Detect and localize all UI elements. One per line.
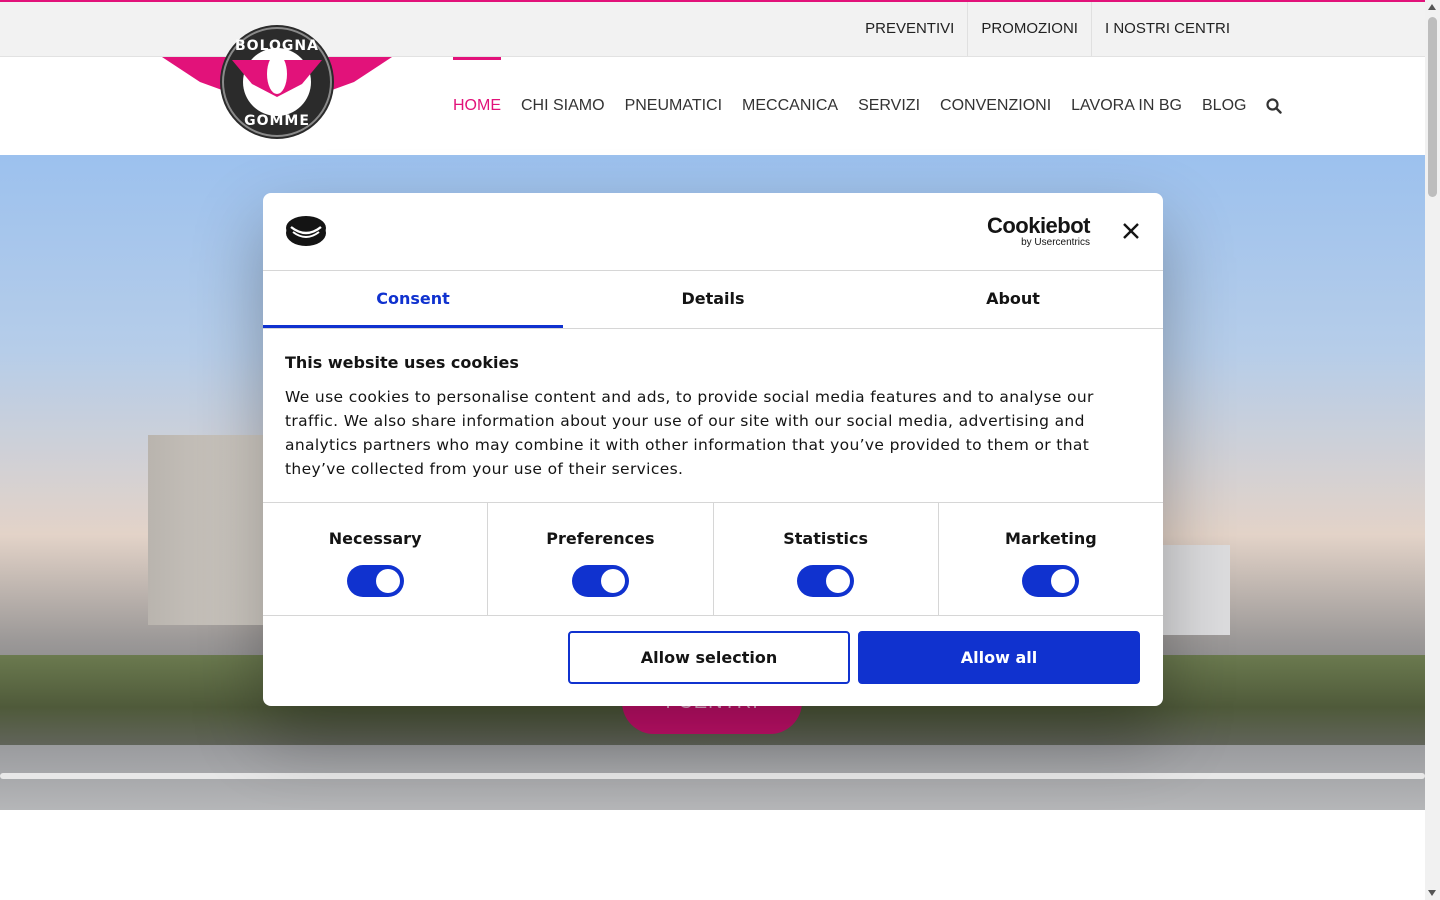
hero-building-left	[148, 435, 268, 625]
topbar-link-promozioni[interactable]: PROMOZIONI	[967, 2, 1091, 56]
preferences-toggle[interactable]	[571, 565, 629, 597]
nav-item-meccanica[interactable]: MECCANICA	[742, 57, 838, 155]
cookie-consent-dialog: Cookiebot by Usercentrics Consent Detail…	[263, 193, 1163, 706]
cookiebot-brand-name: Cookiebot	[986, 213, 1091, 238]
site-header: BOLOGNA GOMME HOME CHI SIAMO PNEUMATICI …	[0, 25, 1425, 155]
allow-all-button[interactable]: Allow all	[858, 631, 1140, 684]
category-label: Marketing	[1005, 529, 1097, 548]
category-preferences: Preferences	[487, 503, 712, 615]
cookiebot-brand[interactable]: Cookiebot by Usercentrics	[986, 213, 1091, 249]
topbar-link-centri[interactable]: I NOSTRI CENTRI	[1090, 2, 1243, 56]
scroll-up-arrow[interactable]	[1428, 4, 1436, 10]
svg-text:BOLOGNA: BOLOGNA	[235, 38, 319, 54]
statistics-toggle[interactable]	[797, 565, 855, 597]
category-statistics: Statistics	[712, 503, 938, 615]
nav-item-lavora-in-bg[interactable]: LAVORA IN BG	[1071, 57, 1182, 155]
hero-building-right	[1160, 545, 1230, 635]
hero-road-line	[0, 773, 1425, 779]
cookiebot-icon	[286, 216, 326, 246]
dialog-header: Cookiebot by Usercentrics	[263, 193, 1163, 271]
toggle-knob	[600, 569, 625, 593]
top-bar-links: PREVENTIVI PROMOZIONI I NOSTRI CENTRI	[852, 2, 1243, 56]
category-label: Preferences	[546, 529, 655, 548]
bologna-gomme-logo[interactable]: BOLOGNA GOMME	[162, 22, 392, 142]
nav-item-blog[interactable]: BLOG	[1202, 57, 1246, 155]
nav-item-convenzioni[interactable]: CONVENZIONI	[940, 57, 1051, 155]
tab-consent[interactable]: Consent	[263, 271, 563, 328]
cookie-category-toggles: Necessary Preferences Statistics Marketi…	[263, 503, 1163, 616]
category-label: Necessary	[328, 529, 422, 548]
tab-about[interactable]: About	[863, 271, 1163, 328]
consent-heading: This website uses cookies	[285, 353, 519, 372]
toggle-knob	[826, 569, 851, 593]
topbar-link-preventivi[interactable]: PREVENTIVI	[852, 2, 967, 56]
allow-selection-button[interactable]: Allow selection	[568, 631, 850, 684]
scroll-down-arrow[interactable]	[1428, 890, 1436, 896]
consent-content: This website uses cookies We use cookies…	[263, 329, 1163, 503]
category-necessary: Necessary	[263, 503, 487, 615]
main-nav: HOME CHI SIAMO PNEUMATICI MECCANICA SERV…	[453, 57, 1283, 155]
nav-item-servizi[interactable]: SERVIZI	[858, 57, 920, 155]
category-marketing: Marketing	[937, 503, 1163, 615]
nav-item-pneumatici[interactable]: PNEUMATICI	[625, 57, 722, 155]
scroll-thumb[interactable]	[1428, 17, 1437, 197]
cookiebot-brand-sub: by Usercentrics	[1021, 237, 1090, 248]
necessary-toggle[interactable]	[346, 565, 404, 597]
category-label: Statistics	[783, 529, 868, 548]
svg-text:GOMME: GOMME	[244, 113, 310, 129]
tab-details[interactable]: Details	[563, 271, 863, 328]
dialog-footer: Allow selection Allow all	[263, 616, 1163, 706]
nav-item-chi-siamo[interactable]: CHI SIAMO	[521, 57, 605, 155]
toggle-knob	[1051, 569, 1076, 593]
consent-body-text: We use cookies to personalise content an…	[285, 388, 1094, 478]
marketing-toggle[interactable]	[1022, 565, 1080, 597]
dialog-tabs: Consent Details About	[263, 271, 1163, 329]
page-scrollbar[interactable]	[1425, 0, 1440, 900]
close-icon[interactable]	[1121, 221, 1141, 241]
search-icon[interactable]	[1266, 98, 1283, 114]
toggle-knob	[375, 569, 400, 593]
nav-item-home[interactable]: HOME	[453, 57, 501, 155]
